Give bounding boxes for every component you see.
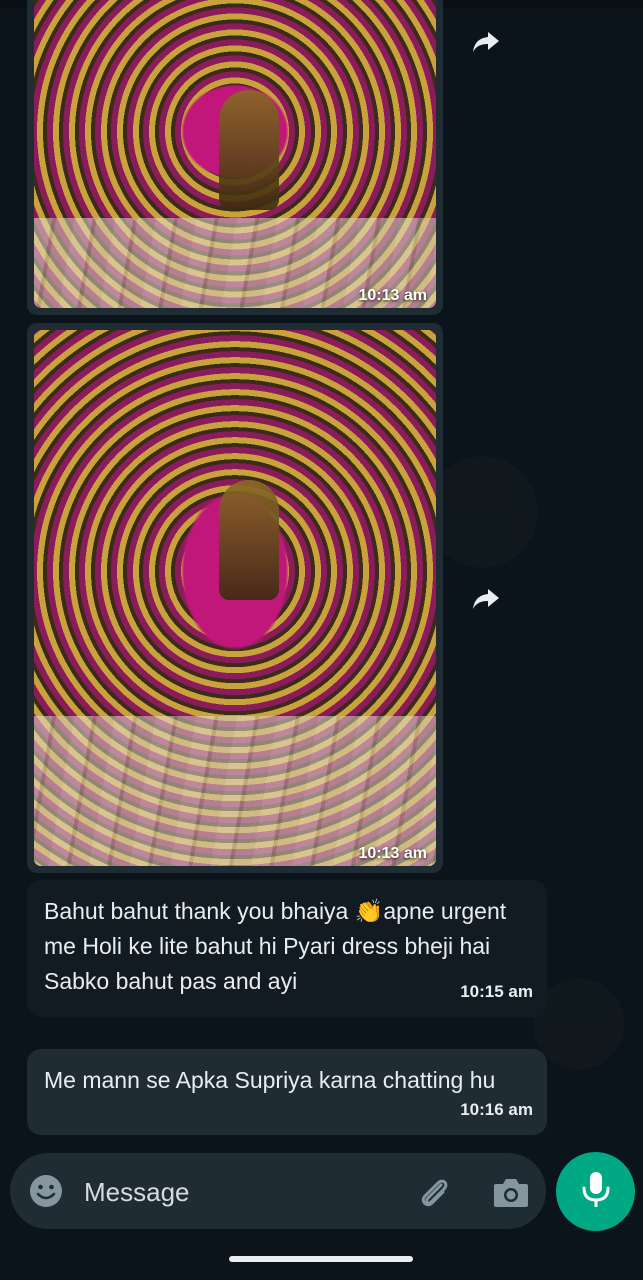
message-time: 10:13 am <box>358 845 428 862</box>
message-time: 10:13 am <box>358 287 428 304</box>
paperclip-icon[interactable] <box>414 1173 454 1213</box>
message-photo[interactable] <box>34 0 436 308</box>
text-message[interactable]: Bahut bahut thank you bhaiya 👏apne urgen… <box>27 880 547 1017</box>
image-message[interactable]: 10:13 am <box>27 0 443 315</box>
message-input[interactable] <box>82 1171 406 1213</box>
forward-icon[interactable] <box>471 584 501 614</box>
emoji-icon[interactable] <box>28 1173 64 1209</box>
microphone-button[interactable] <box>556 1152 635 1231</box>
forward-icon[interactable] <box>471 27 501 57</box>
message-composer <box>10 1153 546 1229</box>
message-time: 10:16 am <box>460 1100 533 1119</box>
microphone-icon <box>581 1170 611 1213</box>
message-time: 10:15 am <box>460 982 533 1001</box>
image-message[interactable]: 10:13 am <box>27 323 443 873</box>
camera-icon[interactable] <box>492 1175 530 1209</box>
home-indicator[interactable] <box>229 1256 413 1262</box>
message-photo[interactable] <box>34 330 436 866</box>
message-text: Bahut bahut thank you bhaiya 👏apne urgen… <box>44 898 507 994</box>
message-text: Me mann se Apka Supriya karna chatting h… <box>44 1067 496 1093</box>
text-message[interactable]: Me mann se Apka Supriya karna chatting h… <box>27 1049 547 1135</box>
